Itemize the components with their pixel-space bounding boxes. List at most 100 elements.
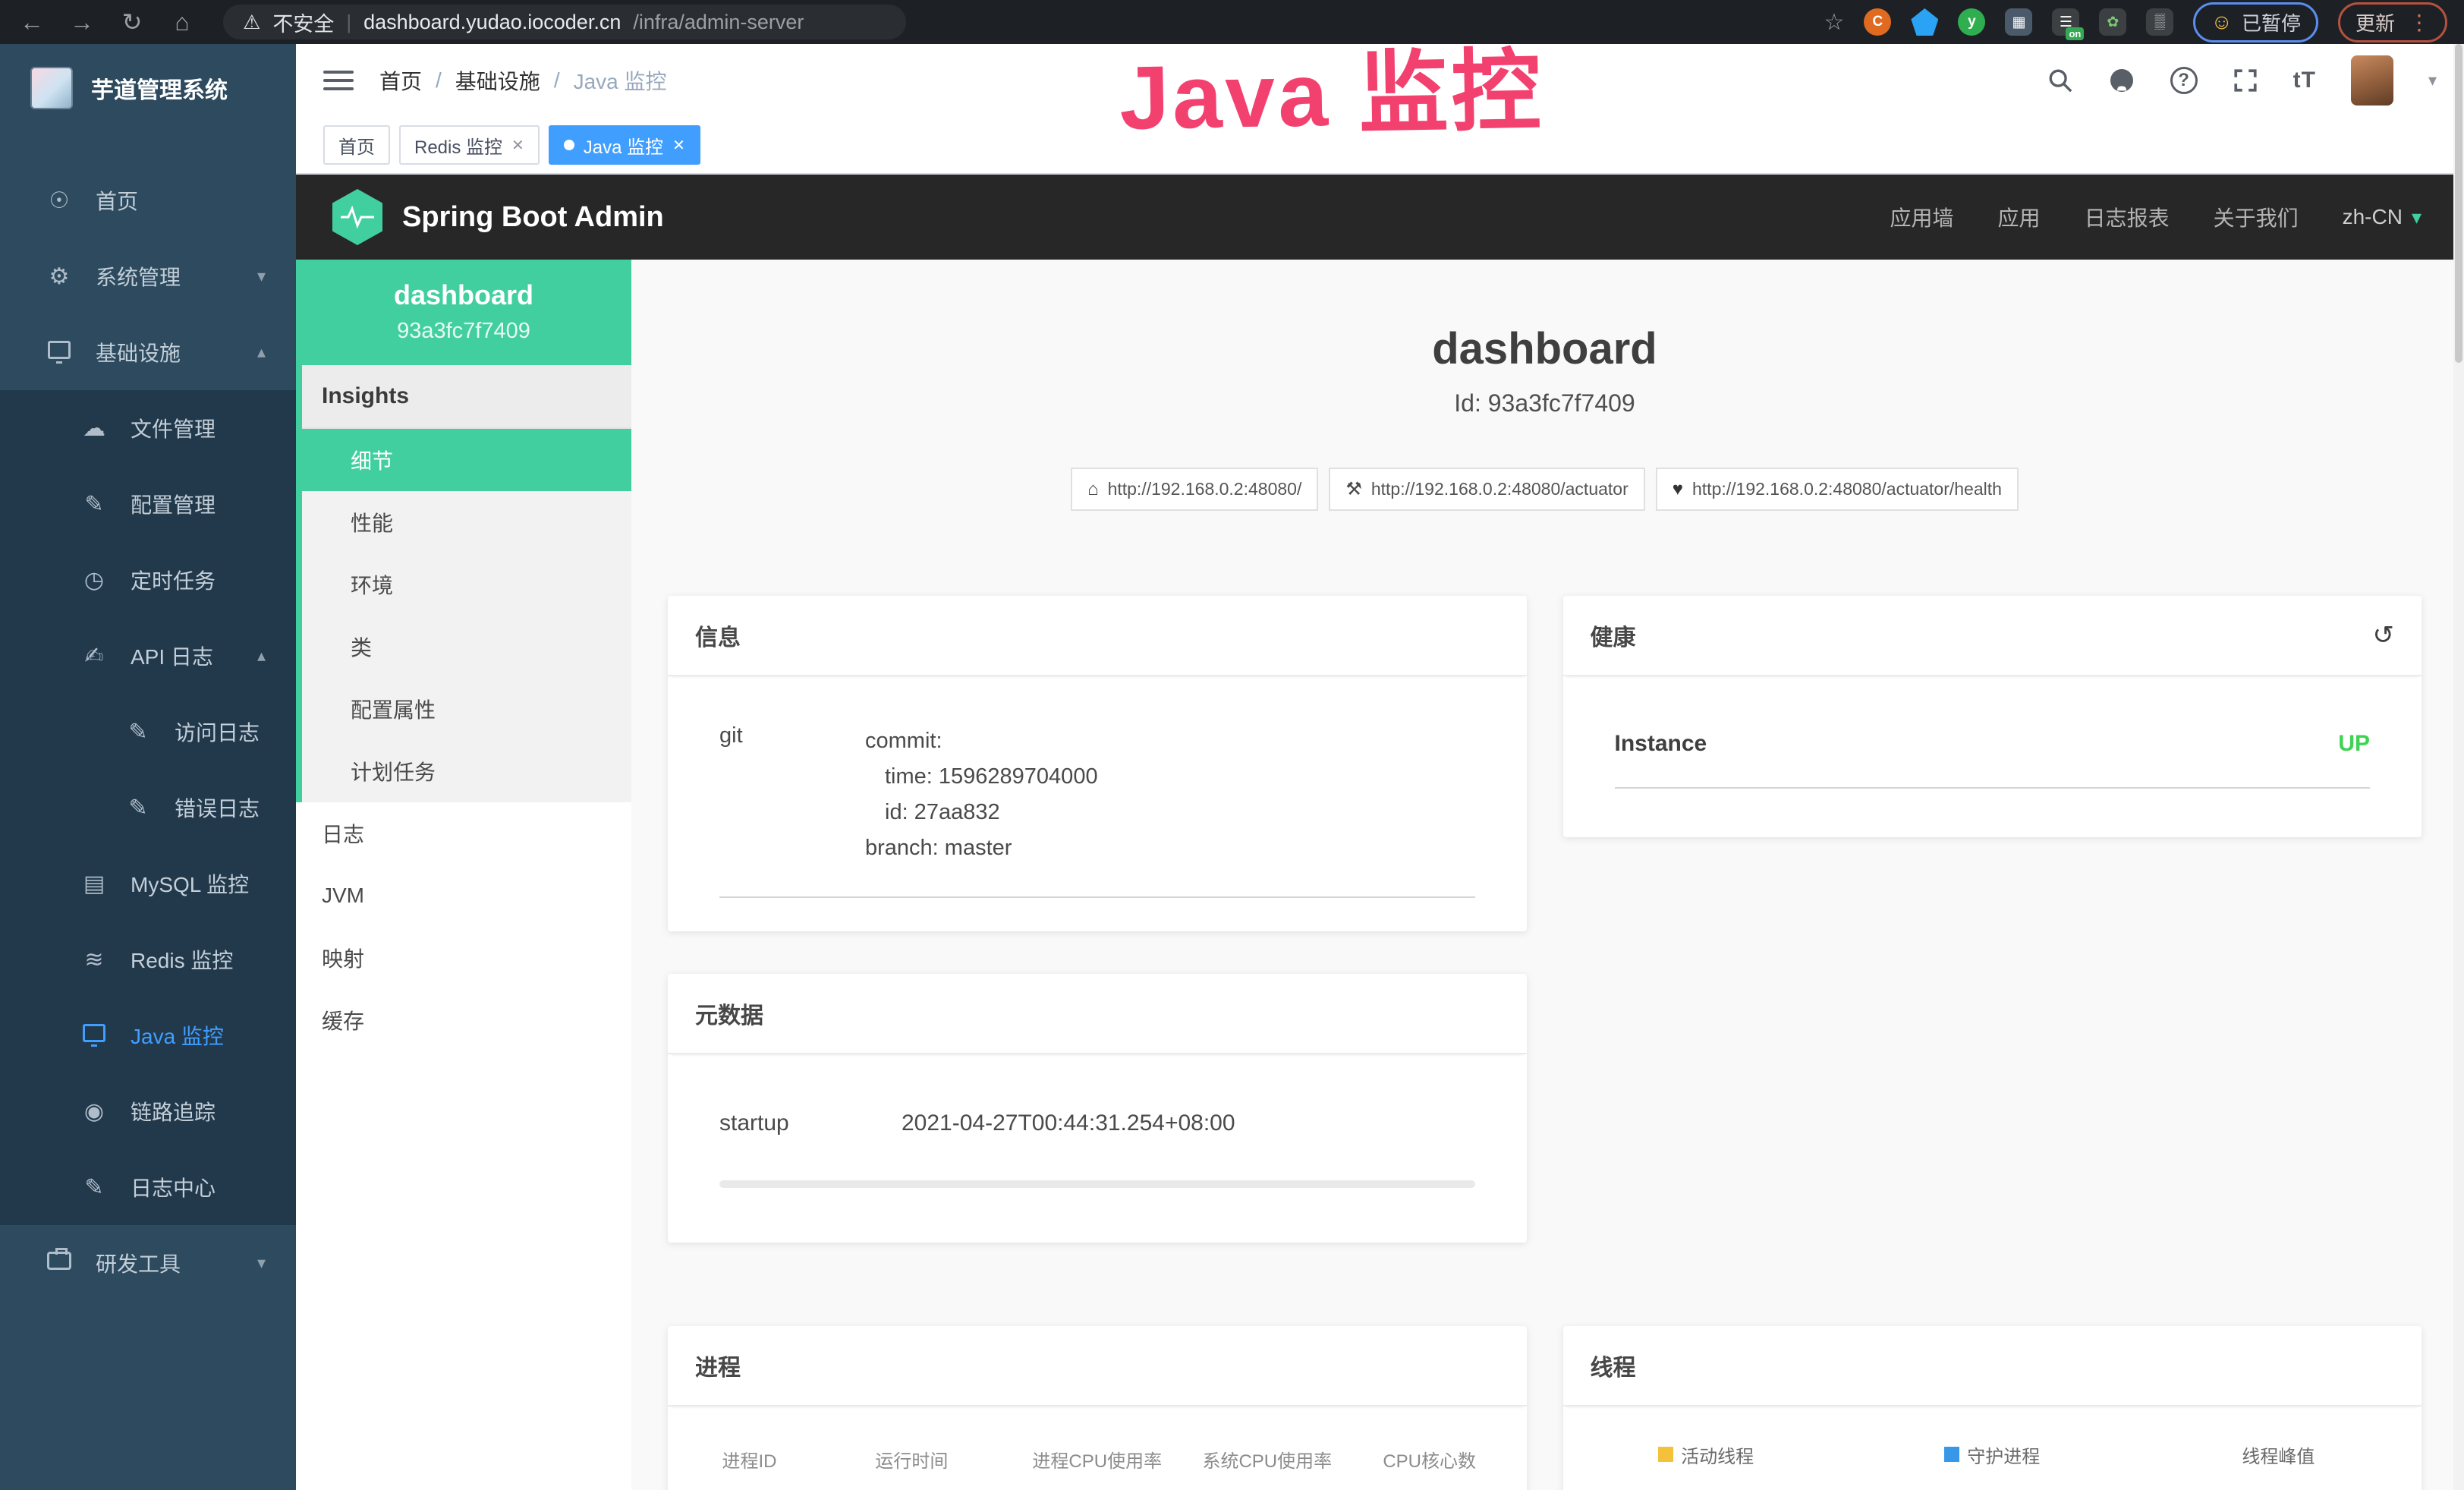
instance-box[interactable]: dashboard 93a3fc7f7409 [296,260,631,365]
app-logo-row[interactable]: 芋道管理系统 [0,44,296,132]
sba-nav-applications[interactable]: 应用 [1998,202,2041,232]
sidebar-item-infra[interactable]: 基础设施 ▴ [0,314,296,390]
sba-menu-config-props[interactable]: 配置属性 [302,678,631,740]
sidebar-item-java-monitor[interactable]: Java 监控 [0,997,296,1073]
close-icon[interactable]: ✕ [511,136,524,155]
endpoint-health-link[interactable]: ♥ http://192.168.0.2:48080/actuator/heal… [1656,468,2019,511]
bookmark-star-icon[interactable]: ☆ [1824,9,1844,36]
sba-menu-metrics[interactable]: 性能 [302,491,631,553]
sba-menu-details[interactable]: 细节 [302,429,631,491]
paused-label: 已暂停 [2242,8,2301,36]
user-caret-icon[interactable]: ▾ [2428,71,2437,90]
process-card: 进程 进程ID 运行时间 进程CPU使用率 系统CPU使用率 CPU核心数 52… [668,1326,1527,1490]
extension-puzzle-icon[interactable]: ▒ [2146,8,2173,36]
git-commit-value: commit: time: 1596289704000 id: 27aa832 … [865,723,1496,866]
close-icon[interactable]: ✕ [672,136,685,155]
address-bar[interactable]: ⚠ 不安全 | dashboard.yudao.iocoder.cn/infra… [223,5,906,39]
page-header: 首页 / 基础设施 / Java 监控 ? [296,44,2464,117]
search-icon[interactable] [2047,68,2073,93]
endpoint-links: ⌂ http://192.168.0.2:48080/ ⚒ http://192… [668,468,2422,511]
sidebar-item-devtools[interactable]: 研发工具 ▾ [0,1225,296,1301]
edit-icon: ✎ [79,491,109,518]
tab-home[interactable]: 首页 [323,125,390,165]
sidebar-item-api-log[interactable]: ✍ API 日志 ▴ [0,618,296,694]
sidebar-item-access-log[interactable]: ✎ 访问日志 [0,694,296,770]
sba-body: dashboard 93a3fc7f7409 Insights 细节 性能 环境… [296,260,2464,1490]
sba-nav-wallboard[interactable]: 应用墙 [1890,202,1954,232]
browser-reload-icon[interactable]: ↻ [117,10,147,34]
sba-language-select[interactable]: zh-CN ▾ [2343,205,2422,229]
history-icon[interactable]: ↺ [2373,620,2395,650]
briefcase-icon [44,1250,74,1276]
sba-menu-environment[interactable]: 环境 [302,553,631,616]
breadcrumb-infra[interactable]: 基础设施 [455,65,540,96]
font-size-icon[interactable]: tT [2293,68,2316,93]
smiley-icon: ☺ [2211,10,2233,34]
sidebar-item-mysql[interactable]: ▤ MySQL 监控 [0,846,296,921]
tab-java-monitor[interactable]: Java 监控 ✕ [549,125,700,165]
process-card-title: 进程 [695,1349,741,1382]
sba-brand[interactable]: Spring Boot Admin [402,201,664,234]
url-path: /infra/admin-server [633,11,804,34]
page-id-line: Id: 93a3fc7f7409 [668,389,2422,417]
sidebar-item-redis[interactable]: ≋ Redis 监控 [0,921,296,997]
sidebar-item-home[interactable]: ☉ 首页 [0,162,296,238]
breadcrumb-home[interactable]: 首页 [379,65,422,96]
user-avatar[interactable] [2351,55,2393,106]
window-scrollbar[interactable] [2453,44,2464,1490]
horizontal-scrollbar[interactable] [719,1180,1475,1188]
sidebar-item-files[interactable]: ☁ 文件管理 [0,390,296,466]
health-card: 健康 ↺ Instance UP [1563,596,2422,837]
chevron-up-icon: ▴ [257,342,266,362]
extension-icon[interactable]: C [1864,8,1891,36]
infra-submenu: ☁ 文件管理 ✎ 配置管理 ◷ 定时任务 ✍ API 日志 ▴ [0,390,296,1225]
legend-peak-threads[interactable]: 线程峰值 147 [2135,1441,2422,1490]
extension-icon[interactable]: y [1958,8,1985,36]
health-instance-row[interactable]: Instance UP [1594,731,2392,757]
sidebar-menu: ☉ 首页 ⚙ 系统管理 ▾ 基础设施 ▴ ☁ 文件管理 [0,162,296,1301]
sba-nav-about[interactable]: 关于我们 [2214,202,2299,232]
update-label: 更新 [2355,8,2395,36]
tab-redis-monitor[interactable]: Redis 监控 ✕ [399,125,540,165]
endpoint-actuator-link[interactable]: ⚒ http://192.168.0.2:48080/actuator [1329,468,1644,511]
sidebar-item-system[interactable]: ⚙ 系统管理 ▾ [0,238,296,314]
blue-swatch [1944,1447,1959,1462]
github-icon[interactable] [2108,67,2135,94]
sidebar-item-log-center[interactable]: ✎ 日志中心 [0,1149,296,1225]
endpoint-home-link[interactable]: ⌂ http://192.168.0.2:48080/ [1071,468,1318,511]
extension-icon[interactable]: ✿ [2099,8,2126,36]
help-icon[interactable]: ? [2170,67,2198,94]
app-title: 芋道管理系统 [91,71,228,105]
browser-back-icon[interactable]: ← [17,10,47,34]
fullscreen-icon[interactable] [2233,68,2258,93]
sidebar-item-config[interactable]: ✎ 配置管理 [0,466,296,542]
sidebar-item-tracing[interactable]: ◉ 链路追踪 [0,1073,296,1149]
browser-home-icon[interactable]: ⌂ [167,10,197,34]
sba-nav: 应用墙 应用 日志报表 关于我们 zh-CN ▾ [1890,202,2422,232]
sba-menu-jvm[interactable]: JVM [296,865,631,927]
log-edit-icon: ✎ [79,1174,109,1201]
update-button[interactable]: 更新 ⋮ [2338,2,2447,43]
sba-menu-caches[interactable]: 缓存 [296,989,631,1051]
extension-icon[interactable]: on☰ [2052,8,2079,36]
header-actions: ? tT ▾ [2047,55,2437,106]
legend-live-threads[interactable]: 活动线程 143 [1563,1441,1849,1490]
extension-icon[interactable]: ▦ [2005,8,2032,36]
browser-forward-icon[interactable]: → [67,10,97,34]
legend-daemon-threads[interactable]: 守护进程 53 [1849,1441,2135,1490]
chevron-down-icon: ▾ [257,266,266,286]
sba-menu-classes[interactable]: 类 [302,616,631,678]
app-shell: 芋道管理系统 ☉ 首页 ⚙ 系统管理 ▾ 基础设施 ▴ [0,44,2464,1490]
hamburger-icon[interactable] [323,68,354,93]
extension-icon[interactable] [1911,8,1938,36]
paused-pill[interactable]: ☺ 已暂停 [2193,2,2318,43]
browser-menu-icon[interactable]: ⋮ [2409,10,2430,35]
sidebar-item-jobs[interactable]: ◷ 定时任务 [0,542,296,618]
clock-icon: ◷ [79,567,109,594]
sba-menu-scheduled-tasks[interactable]: 计划任务 [302,740,631,802]
sba-menu-logs[interactable]: 日志 [296,802,631,865]
sba-nav-journal[interactable]: 日志报表 [2085,202,2170,232]
sidebar-item-error-log[interactable]: ✎ 错误日志 [0,770,296,846]
sba-menu-mappings[interactable]: 映射 [296,927,631,989]
info-git-row: git commit: time: 1596289704000 id: 27aa… [698,723,1496,866]
